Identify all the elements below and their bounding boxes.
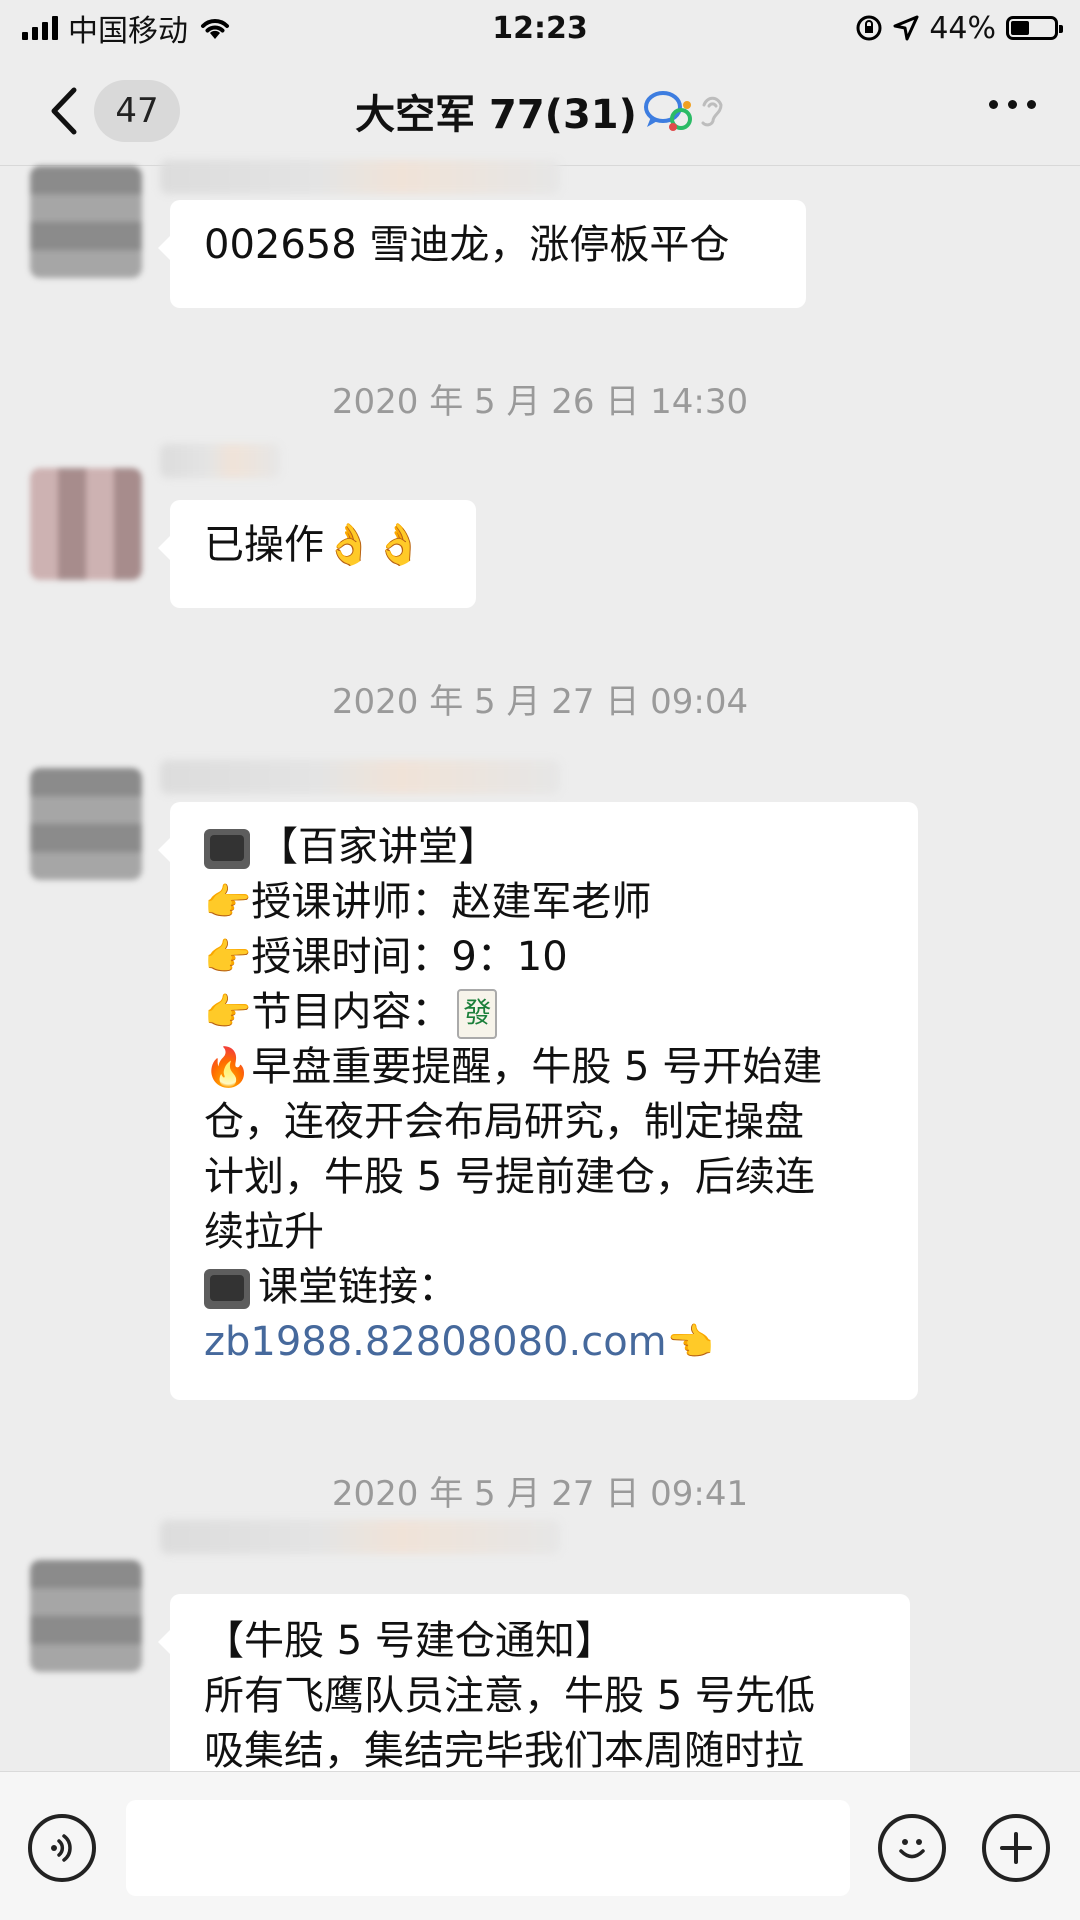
sender-name-blurred	[160, 160, 560, 194]
location-arrow-icon	[893, 15, 919, 41]
more-dots-icon	[989, 100, 998, 109]
wifi-icon	[201, 19, 229, 39]
fire-icon: 🔥	[204, 1045, 252, 1089]
message-text: 仓，连夜开会布局研究，制定操盘	[204, 1099, 804, 1145]
voice-icon	[51, 1834, 72, 1862]
avatar[interactable]	[30, 166, 142, 278]
message-bubble[interactable]: 【百家讲堂】 👉授课讲师：赵建军老师 👉授课时间：9：10 👉节目内容：發 🔥早…	[158, 802, 918, 1400]
chat-bubbles-icon	[643, 89, 693, 133]
sender-name-blurred	[160, 1520, 560, 1554]
plus-icon	[1000, 1832, 1032, 1864]
sender-name-blurred	[160, 760, 560, 794]
avatar[interactable]	[30, 468, 142, 580]
pointing-left-hand-icon: 👈	[666, 1320, 714, 1364]
battery-icon	[1006, 16, 1063, 40]
avatar[interactable]	[30, 768, 142, 880]
timestamp: 2020 年 5 月 26 日 14:30	[331, 382, 749, 422]
message-input[interactable]	[126, 1800, 850, 1896]
message-text: 授课讲师：赵建军老师	[251, 879, 652, 925]
carrier-label: 中国移动	[68, 14, 188, 49]
signal-icon	[22, 16, 58, 40]
more-button[interactable]	[989, 100, 1036, 109]
timestamp: 2020 年 5 月 27 日 09:04	[331, 682, 749, 722]
message-text: 【百家讲堂】	[258, 824, 498, 870]
battery-percent: 44%	[929, 10, 996, 46]
sender-name-blurred	[160, 444, 280, 478]
pointing-hand-icon: 👉	[204, 880, 252, 924]
pointing-hand-icon: 👉	[204, 990, 252, 1034]
input-bar	[0, 1771, 1080, 1920]
tv-icon	[204, 829, 250, 869]
chat-title: 大空军 77(31)	[355, 92, 637, 138]
message-text: 【牛股 5 号建仓通知】	[204, 1618, 615, 1664]
message-text: 续拉升	[204, 1209, 324, 1255]
message-text: 授课时间：9：10	[251, 934, 568, 980]
rotation-lock-icon	[856, 15, 882, 41]
course-link[interactable]: zb1988.82808080.com	[204, 1319, 667, 1365]
status-right: 44%	[855, 10, 1063, 46]
emoji-button[interactable]	[878, 1814, 946, 1882]
message-text: 已操作👌👌	[204, 522, 424, 568]
message-text: 所有飞鹰队员注意，牛股 5 号先低	[204, 1673, 815, 1719]
message-text: 课堂链接：	[258, 1264, 458, 1310]
nav-bar: 47 大空军 77(31)	[0, 56, 1080, 166]
timestamp: 2020 年 5 月 27 日 09:41	[331, 1474, 749, 1514]
chat-screen: 中国移动 12:23 44% 47 大空军 77(31) 002658 雪迪龙，…	[0, 0, 1080, 1920]
plus-button[interactable]	[982, 1814, 1050, 1882]
status-left: 中国移动	[22, 6, 232, 50]
ear-icon	[699, 91, 725, 131]
message-bubble[interactable]: 已操作👌👌	[158, 500, 476, 608]
message-text: 计划，牛股 5 号提前建仓，后续连	[204, 1154, 815, 1200]
voice-button[interactable]	[28, 1814, 96, 1882]
avatar[interactable]	[30, 1560, 142, 1672]
message-bubble[interactable]: 002658 雪迪龙，涨停板平仓	[158, 200, 806, 308]
message-text: 早盘重要提醒，牛股 5 号开始建	[251, 1044, 823, 1090]
message-text: 节目内容：	[251, 989, 452, 1035]
message-text: 002658 雪迪龙，涨停板平仓	[204, 222, 730, 268]
mahjong-tile-icon: 發	[457, 989, 498, 1039]
tv-icon	[204, 1269, 250, 1309]
status-bar: 中国移动 12:23 44%	[0, 0, 1080, 56]
pointing-hand-icon: 👉	[204, 935, 252, 979]
emoji-icon	[899, 1839, 925, 1859]
chat-title-area: 大空军 77(31)	[0, 82, 1080, 140]
